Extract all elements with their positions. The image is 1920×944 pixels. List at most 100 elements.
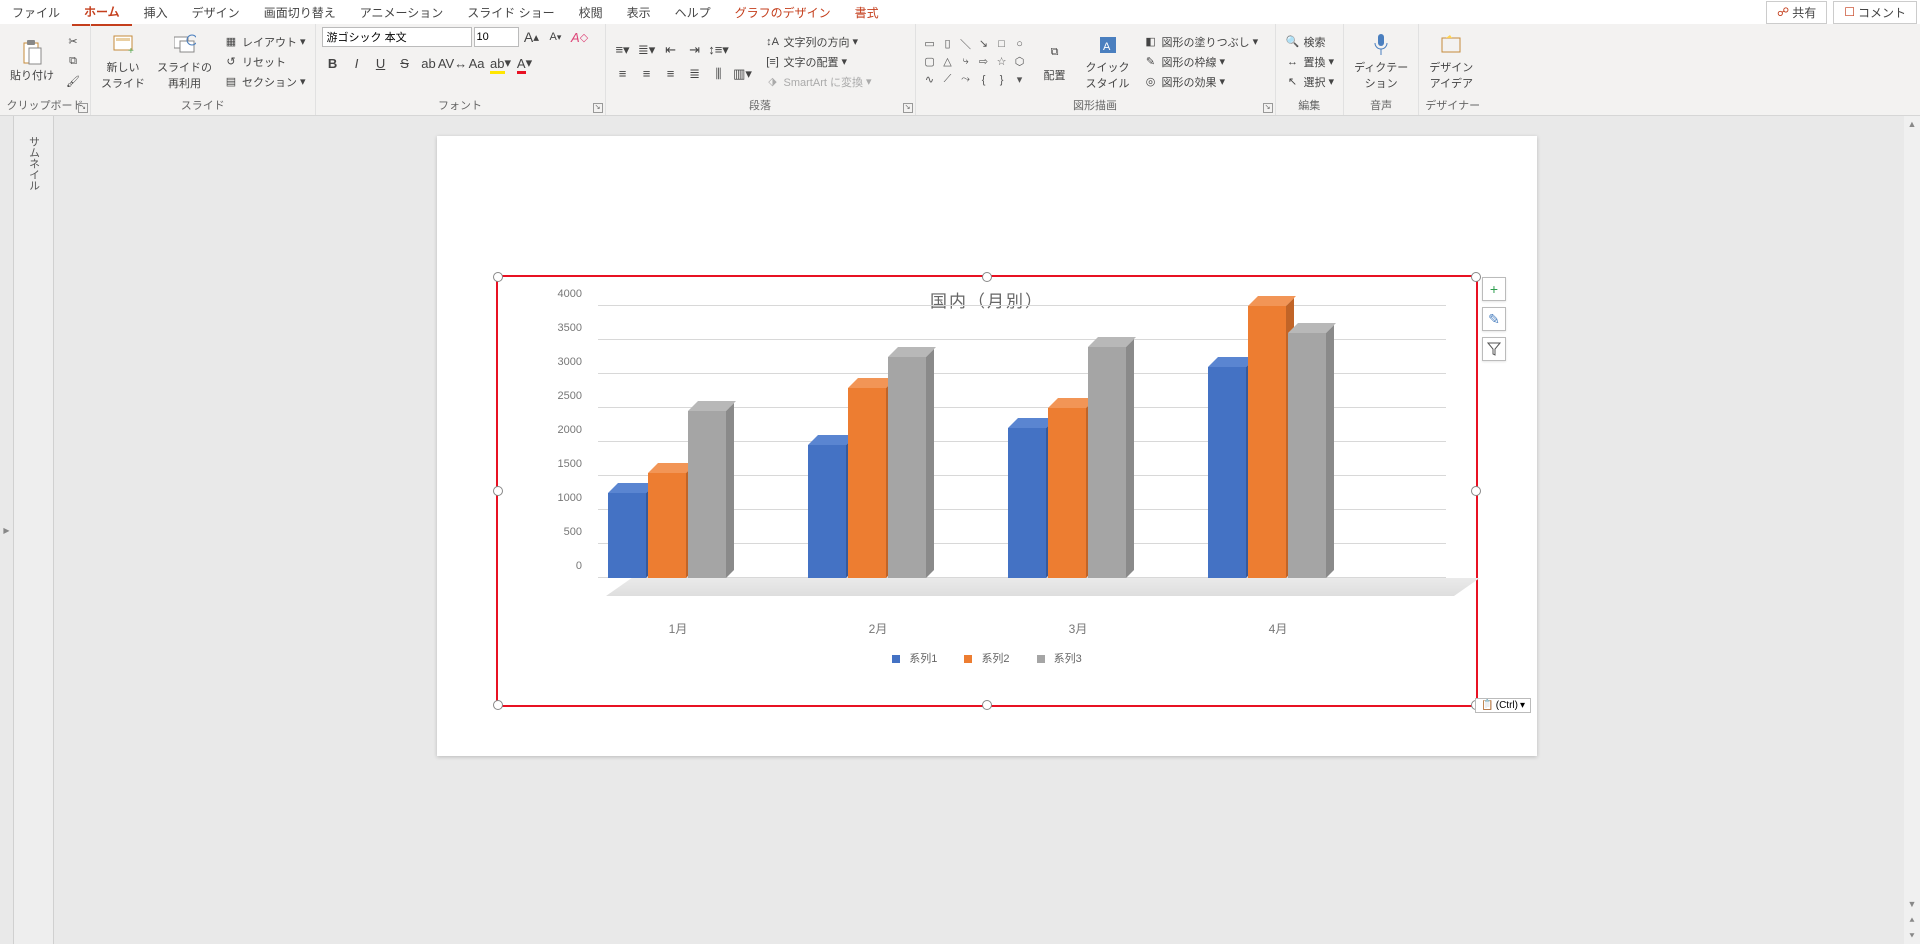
shape-effects-button[interactable]: ◎図形の効果 ▾ (1140, 73, 1262, 91)
tab-view[interactable]: 表示 (615, 0, 663, 25)
thumbnail-toggle[interactable] (0, 116, 14, 944)
share-button[interactable]: ☍共有 (1766, 1, 1827, 24)
dictate-button[interactable]: ディクテー ション (1350, 31, 1412, 93)
reuse-slide-button[interactable]: スライドの 再利用 (153, 31, 216, 93)
tab-format[interactable]: 書式 (843, 0, 891, 25)
bold-button[interactable]: B (322, 52, 344, 74)
bar[interactable] (648, 473, 686, 578)
cut-button[interactable]: ✂ (62, 33, 84, 51)
comment-button[interactable]: ☐コメント (1833, 1, 1917, 24)
tab-help[interactable]: ヘルプ (663, 0, 723, 25)
tab-insert[interactable]: 挿入 (132, 0, 180, 25)
arrow-line-icon[interactable]: ↘ (976, 36, 992, 52)
numbering-button[interactable]: ≣▾ (636, 39, 658, 61)
plot-area[interactable] (598, 324, 1446, 596)
increase-font-button[interactable]: A▴ (521, 26, 543, 48)
copy-button[interactable]: ⧉ (62, 53, 84, 71)
font-color-button[interactable]: A▾ (514, 52, 536, 74)
section-button[interactable]: ▤セクション ▾ (220, 73, 309, 91)
textbox-shape-icon[interactable]: ▭ (922, 36, 938, 52)
align-text-button[interactable]: [≡]文字の配置 ▾ (762, 53, 875, 71)
prev-slide-icon[interactable]: ⯅ (1904, 912, 1920, 928)
slide-area[interactable]: 国内（月別） 05001000150020002500300035004000 … (54, 116, 1920, 944)
curve-shape-icon[interactable]: ∿ (922, 72, 938, 88)
distribute-button[interactable]: ⫼ (708, 63, 730, 85)
font-size-select[interactable] (474, 27, 519, 47)
bar[interactable] (848, 388, 886, 578)
bullets-button[interactable]: ≡▾ (612, 39, 634, 61)
convert-smartart-button[interactable]: ⬗SmartArt に変換 ▾ (762, 73, 875, 91)
text-shadow-button[interactable]: ab (418, 52, 440, 74)
brace-right-icon[interactable]: } (994, 72, 1010, 88)
line-shape-icon[interactable]: ＼ (958, 36, 974, 52)
change-case-button[interactable]: Aa (466, 52, 488, 74)
bar[interactable] (808, 445, 846, 578)
rect-shape-icon[interactable]: □ (994, 36, 1010, 52)
bar[interactable] (1248, 306, 1286, 578)
chart-filter-button[interactable] (1482, 337, 1506, 361)
design-ideas-button[interactable]: デザイン アイデア (1425, 31, 1477, 93)
bar[interactable] (888, 357, 926, 578)
shape-fill-button[interactable]: ◧図形の塗りつぶし ▾ (1140, 33, 1262, 51)
justify-button[interactable]: ≣ (684, 63, 706, 85)
columns-button[interactable]: ▥▾ (732, 63, 754, 85)
select-button[interactable]: ↖選択 ▾ (1282, 73, 1338, 91)
bar[interactable] (1288, 333, 1326, 578)
dialog-launcher-icon[interactable]: ↘ (903, 103, 913, 113)
highlight-button[interactable]: ab▾ (490, 52, 512, 74)
vertical-scrollbar[interactable]: ▲ ▼ ⯅ ⯆ (1904, 116, 1920, 944)
legend-item[interactable]: 系列2 (981, 653, 1009, 665)
clear-format-button[interactable]: A◇ (569, 26, 591, 48)
dialog-launcher-icon[interactable]: ↘ (593, 103, 603, 113)
arrange-button[interactable]: ⧉ 配置 (1034, 39, 1076, 85)
resize-handle[interactable] (982, 272, 992, 282)
legend[interactable]: 系列1 系列2 系列3 (498, 650, 1476, 666)
layout-button[interactable]: ▦レイアウト ▾ (220, 33, 309, 51)
triangle-shape-icon[interactable]: △ (940, 54, 956, 70)
chart-object[interactable]: 国内（月別） 05001000150020002500300035004000 … (497, 276, 1477, 706)
elbow-conn-icon[interactable]: ⤷ (958, 54, 974, 70)
quick-styles-button[interactable]: A クイック スタイル (1082, 31, 1134, 93)
shape-outline-button[interactable]: ✎図形の枠線 ▾ (1140, 53, 1262, 71)
decrease-indent-button[interactable]: ⇤ (660, 39, 682, 61)
more-shapes-icon[interactable]: ▾ (1012, 72, 1028, 88)
tab-home[interactable]: ホーム (72, 0, 132, 26)
italic-button[interactable]: I (346, 52, 368, 74)
bar[interactable] (608, 493, 646, 578)
tab-file[interactable]: ファイル (0, 0, 72, 25)
paste-button[interactable]: 貼り付け (6, 39, 58, 85)
resize-handle[interactable] (493, 700, 503, 710)
resize-handle[interactable] (1471, 486, 1481, 496)
tab-design[interactable]: デザイン (180, 0, 252, 25)
slide[interactable]: 国内（月別） 05001000150020002500300035004000 … (437, 136, 1537, 756)
bar[interactable] (1008, 428, 1046, 578)
scroll-down-icon[interactable]: ▼ (1904, 896, 1920, 912)
dialog-launcher-icon[interactable]: ↘ (1263, 103, 1273, 113)
font-family-select[interactable] (322, 27, 472, 47)
chart-title[interactable]: 国内（月別） (498, 277, 1476, 316)
align-center-button[interactable]: ≡ (636, 63, 658, 85)
bar-group[interactable] (1208, 306, 1326, 578)
shapes-gallery[interactable]: ▭▯＼↘□○ ▢△⤷⇨☆⬡ ∿⟋⤳{}▾ (922, 36, 1028, 88)
vtext-shape-icon[interactable]: ▯ (940, 36, 956, 52)
resize-handle[interactable] (493, 486, 503, 496)
arrow-right-icon[interactable]: ⇨ (976, 54, 992, 70)
next-slide-icon[interactable]: ⯆ (1904, 928, 1920, 944)
freeform-shape-icon[interactable]: ⟋ (940, 72, 956, 88)
bar-group[interactable] (1008, 347, 1126, 578)
hexagon-shape-icon[interactable]: ⬡ (1012, 54, 1028, 70)
roundrect-shape-icon[interactable]: ▢ (922, 54, 938, 70)
dialog-launcher-icon[interactable]: ↘ (78, 103, 88, 113)
tab-animations[interactable]: アニメーション (348, 0, 456, 25)
find-button[interactable]: 🔍検索 (1282, 33, 1338, 51)
bar[interactable] (1208, 367, 1246, 578)
reset-button[interactable]: ↺リセット (220, 53, 309, 71)
tab-chart-design[interactable]: グラフのデザイン (723, 0, 843, 25)
paste-options-button[interactable]: 📋(Ctrl) ▾ (1475, 698, 1531, 713)
bar[interactable] (1048, 408, 1086, 578)
chart-styles-button[interactable]: ✎ (1482, 307, 1506, 331)
replace-button[interactable]: ↔置換 ▾ (1282, 53, 1338, 71)
decrease-font-button[interactable]: A▾ (545, 26, 567, 48)
char-spacing-button[interactable]: AV↔ (442, 52, 464, 74)
resize-handle[interactable] (982, 700, 992, 710)
